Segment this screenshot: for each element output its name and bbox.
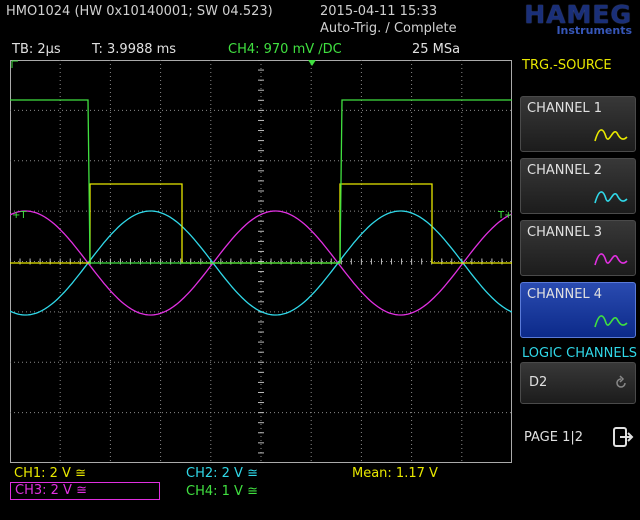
logic-channels-title: LOGIC CHANNELS (522, 346, 638, 361)
channel-3-button[interactable]: CHANNEL 3 (520, 220, 636, 276)
logic-d2-button[interactable]: D2 (520, 362, 636, 404)
ch3-scale[interactable]: CH3: 2 V ≅ (10, 482, 160, 500)
wave-icon (594, 129, 628, 142)
channel-status-bar: CH1: 2 V ≅ CH2: 2 V ≅ Mean: 1.17 V CH3: … (0, 466, 640, 520)
wave-icon (594, 253, 628, 266)
channel-1-label: CHANNEL 1 (527, 101, 603, 116)
hameg-logo: HAMEG Instruments (452, 0, 632, 37)
page-indicator: PAGE 1|2 (524, 430, 584, 445)
channel-2-button[interactable]: CHANNEL 2 (520, 158, 636, 214)
timebase[interactable]: TB: 2µs (12, 42, 61, 58)
brand-sub: Instruments (556, 24, 632, 37)
trigger-level-marker-left: +T (12, 210, 27, 221)
waveform-display[interactable]: +T T+ (10, 60, 512, 463)
channel-4-label: CHANNEL 4 (527, 287, 603, 302)
device-info: HMO1024 (HW 0x10140001; SW 04.523) (6, 4, 273, 19)
header-bar: HMO1024 (HW 0x10140001; SW 04.523) 2015-… (0, 0, 640, 40)
datetime: 2015-04-11 15:33 (320, 4, 438, 19)
logic-d2-label: D2 (529, 375, 548, 390)
channel-3-label: CHANNEL 3 (527, 225, 603, 240)
acquisition-status: Auto-Trig. / Complete (320, 21, 457, 36)
ch4-scale[interactable]: CH4: 1 V ≅ (186, 484, 258, 500)
trigger-level-marker-right: T+ (497, 210, 512, 221)
mean-measurement: Mean: 1.17 V (352, 466, 438, 481)
ch2-scale[interactable]: CH2: 2 V ≅ (186, 466, 258, 482)
rotate-knob-icon (616, 375, 626, 388)
trigger-time[interactable]: T: 3.9988 ms (92, 42, 176, 58)
channel-2-label: CHANNEL 2 (527, 163, 603, 178)
wave-icon (594, 315, 628, 328)
trigger-source-menu: TRG.-SOURCE CHANNEL 1 CHANNEL 2 CHANNEL … (516, 56, 640, 466)
sample-rate: 25 MSa (412, 42, 461, 57)
ch1-scale[interactable]: CH1: 2 V ≅ (14, 466, 86, 482)
wave-icon (594, 191, 628, 204)
channel-4-button[interactable]: CHANNEL 4 (520, 282, 636, 338)
trigger-channel-info[interactable]: CH4: 970 mV ∕DC (228, 42, 342, 58)
menu-title: TRG.-SOURCE (522, 58, 612, 73)
exit-icon[interactable] (612, 426, 634, 448)
channel-1-button[interactable]: CHANNEL 1 (520, 96, 636, 152)
